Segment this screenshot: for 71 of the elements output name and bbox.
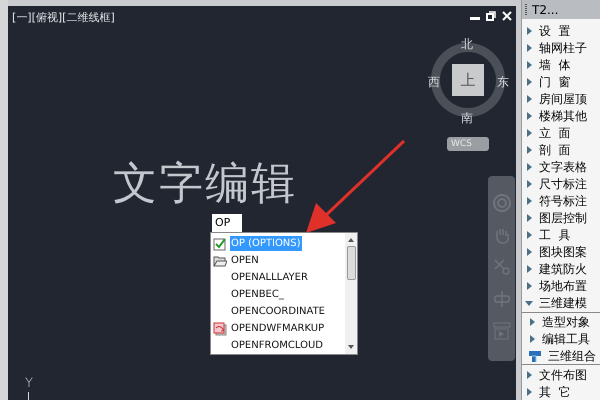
tool-menu-item[interactable]: 设 置 [539,24,571,36]
panel-title: T2... [532,2,558,18]
tool-menu-item[interactable]: 工 具 [539,228,571,240]
drawing-canvas[interactable]: [一][俯视][二维线框] 北 西 上 东 南 WCS 文字编辑 OP OP (OPTIONS) OPEN OPENALLLAYER OPENBEC_ OPENCOORDINATE OPENDWFMARKUP OPENFROMCLOUD Y [8,6,516,400]
close-icon[interactable] [502,11,512,21]
tool-menu-item[interactable]: 其 它 [539,386,571,398]
expand-triangle-icon[interactable] [525,282,533,290]
grip-icon[interactable] [525,4,528,16]
tool-menu-item[interactable]: 三维建模 [539,296,587,308]
expand-triangle-icon[interactable] [525,264,533,272]
tool-menu-item[interactable]: 尺寸标注 [539,178,587,190]
collapse-triangle-icon[interactable] [525,298,533,306]
tool-menu-item[interactable]: 图层控制 [539,212,587,224]
autocomplete-item[interactable]: OPENCOORDINATE [230,304,326,319]
y-axis-label: Y [25,375,33,393]
expand-triangle-icon[interactable] [525,128,533,136]
east-label[interactable]: 东 [497,73,509,91]
tool-menu-item[interactable]: 墙 体 [539,58,571,70]
tool-menu-item[interactable]: 楼梯其他 [539,110,587,122]
tool-menu-item[interactable]: 图块图案 [539,246,587,258]
autocomplete-item[interactable]: OPEN [230,253,260,268]
expand-triangle-icon[interactable] [525,78,533,86]
expand-triangle-icon[interactable] [525,370,533,378]
tool-menu-item[interactable]: 造型对象 [542,316,590,328]
scroll-thumb[interactable] [346,246,356,280]
expand-triangle-icon[interactable] [525,214,533,222]
west-label[interactable]: 西 [428,73,440,91]
tool-menu-item[interactable]: 场地布置 [539,280,587,292]
expand-triangle-icon[interactable] [528,334,536,342]
restore-icon[interactable] [486,11,496,21]
tool-menu-item[interactable]: 房间屋顶 [539,92,587,104]
autocomplete-item[interactable]: OPENALLLAYER [230,270,309,285]
checkbox-icon [213,236,227,250]
canvas-text: 文字编辑 [113,162,297,206]
viewcube-face[interactable]: 上 [452,64,484,96]
expand-triangle-icon[interactable] [525,162,533,170]
expand-triangle-icon[interactable] [525,26,533,34]
expand-triangle-icon[interactable] [525,94,533,102]
expand-triangle-icon[interactable] [525,180,533,188]
tool-menu-item[interactable]: 轴网柱子 [539,42,587,54]
expand-triangle-icon[interactable] [525,146,533,154]
tool-menu-item[interactable]: 门 窗 [539,76,571,88]
autocomplete-item[interactable]: OPENBEC_ [230,287,285,302]
scroll-down-icon[interactable] [347,343,355,351]
tool-menu-item[interactable]: 文字表格 [539,160,587,172]
tool-menu-item[interactable]: 建筑防火 [539,262,587,274]
tool-menu-item[interactable]: 三维组合 [548,350,596,362]
tool-menu-item[interactable]: 编辑工具 [542,332,590,344]
scroll-up-icon[interactable] [347,236,355,244]
expand-triangle-icon[interactable] [525,44,533,52]
autocomplete-item[interactable]: OPENFROMCLOUD [230,338,324,353]
expand-triangle-icon[interactable] [525,60,533,68]
tool-menu-item[interactable]: 文件布图 [539,368,587,380]
expand-triangle-icon[interactable] [525,230,533,238]
north-label[interactable]: 北 [461,35,473,53]
tool-menu-item[interactable]: 立 面 [539,126,571,138]
tool-menu-item[interactable]: 符号标注 [539,194,587,206]
markup-icon [213,322,227,336]
scrollbar[interactable] [345,233,357,354]
expand-triangle-icon[interactable] [525,248,533,256]
south-label[interactable]: 南 [461,109,473,127]
expand-triangle-icon[interactable] [528,318,536,326]
tool-menu-item[interactable]: 剖 面 [539,144,571,156]
block-icon [528,348,542,362]
expand-triangle-icon[interactable] [525,112,533,120]
command-input[interactable]: OP [212,214,242,232]
expand-triangle-icon[interactable] [525,196,533,204]
autocomplete-item[interactable]: OPENDWFMARKUP [230,321,326,336]
expand-triangle-icon[interactable] [525,388,533,396]
viewport-label[interactable]: [一][俯视][二维线框] [12,10,115,26]
folder-icon [213,254,227,266]
